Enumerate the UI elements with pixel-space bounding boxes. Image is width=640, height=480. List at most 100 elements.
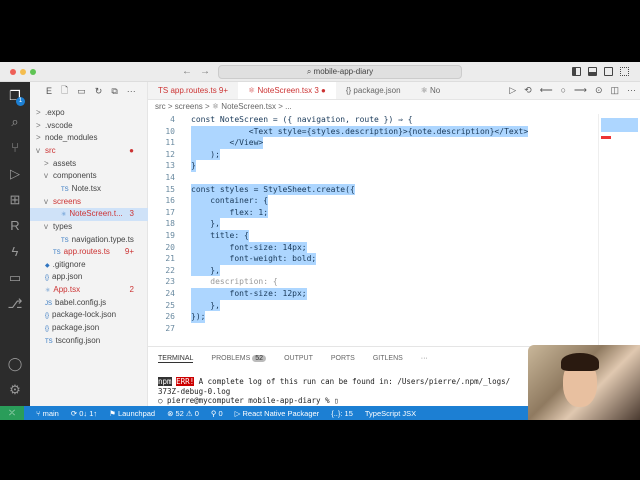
- settings-gear-icon[interactable]: ⚙: [7, 382, 23, 398]
- toggle-secondary-sidebar-icon[interactable]: [604, 67, 613, 76]
- tab-ports[interactable]: PORTS: [331, 355, 355, 363]
- more-actions-icon[interactable]: ···: [627, 85, 636, 96]
- explorer-icon[interactable]: ❐ 1: [7, 88, 25, 106]
- extensions-icon[interactable]: ⊞: [7, 192, 23, 208]
- explorer-item[interactable]: ⚛ App.tsx 2: [30, 284, 148, 297]
- toggle-sidebar-icon[interactable]: [572, 67, 581, 76]
- back-arrow-icon[interactable]: ←: [182, 66, 192, 77]
- editor-tab[interactable]: TS app.routes.ts 9+: [148, 82, 238, 99]
- chevron-icon: v: [44, 196, 48, 206]
- remote-explorer-icon[interactable]: ▭: [7, 270, 23, 286]
- editor-tab[interactable]: {} package.json: [336, 82, 411, 99]
- explorer-item-label: screens: [53, 196, 82, 206]
- file-type-icon: {}: [45, 326, 50, 333]
- editor-tab[interactable]: ⚛ NoteScreen.tsx 3 ●: [238, 82, 336, 99]
- command-center-search[interactable]: ⌕ mobile-app-diary: [218, 65, 462, 79]
- file-type-icon: ⚛: [61, 212, 67, 219]
- code-text: });: [191, 311, 206, 323]
- err-label: ERR!: [176, 377, 195, 386]
- problems-status[interactable]: ⊗ 52 ⚠ 0: [167, 409, 199, 418]
- code-line: 11 </View>: [148, 137, 588, 149]
- open-changes-icon[interactable]: ○: [561, 85, 566, 96]
- remote-indicator-icon[interactable]: ⤫: [0, 406, 24, 420]
- r-icon[interactable]: R: [7, 218, 23, 234]
- react-native-packager[interactable]: ▷ React Native Packager: [235, 409, 320, 418]
- explorer-item[interactable]: TS Note.tsx: [30, 183, 148, 196]
- branch-indicator[interactable]: ⑂ main: [36, 409, 59, 418]
- next-change-icon[interactable]: ⟶: [574, 85, 587, 96]
- tab-output[interactable]: OUTPUT: [284, 355, 313, 363]
- source-control-icon[interactable]: ⑂: [7, 140, 23, 156]
- explorer-item[interactable]: TS navigation.type.ts: [30, 234, 148, 247]
- file-badge: 9+: [124, 247, 134, 257]
- explorer-item[interactable]: > .vscode: [30, 120, 148, 133]
- breadcrumb[interactable]: src > screens > ⚛ NoteScreen.tsx > ...: [155, 102, 292, 111]
- run-debug-icon[interactable]: ▷: [7, 166, 23, 182]
- explorer-item[interactable]: v types: [30, 221, 148, 234]
- tab-terminal[interactable]: TERMINAL: [158, 355, 194, 363]
- explorer-item[interactable]: {} package-lock.json: [30, 309, 148, 322]
- ports-status[interactable]: ⚲ 0: [211, 409, 223, 418]
- explorer-item[interactable]: > .expo: [30, 107, 148, 120]
- accounts-icon[interactable]: ◯: [7, 356, 23, 372]
- previous-change-icon[interactable]: ⟵: [540, 85, 553, 96]
- explorer-item[interactable]: ◆ .gitignore: [30, 259, 148, 272]
- code-text: title: {: [191, 230, 249, 242]
- new-folder-icon[interactable]: ▭: [77, 86, 86, 97]
- timeline-icon[interactable]: ⟲: [524, 85, 532, 96]
- customize-layout-icon[interactable]: [620, 67, 629, 76]
- code-text: );: [191, 148, 220, 161]
- tab-gitlens[interactable]: GITLENS: [373, 355, 403, 363]
- minimize-button[interactable]: [20, 69, 26, 75]
- forward-arrow-icon[interactable]: →: [200, 66, 210, 77]
- explorer-item[interactable]: JS babel.config.js: [30, 297, 148, 310]
- explorer-item[interactable]: {} app.json: [30, 271, 148, 284]
- problems-count-badge: 52: [252, 355, 267, 362]
- more-icon[interactable]: ···: [127, 86, 136, 96]
- explorer-item[interactable]: {} package.json: [30, 322, 148, 335]
- explorer-item-label: .vscode: [45, 120, 73, 130]
- editor-tab[interactable]: ⚛ No: [411, 82, 451, 99]
- chevron-icon: v: [36, 145, 40, 155]
- webcam-overlay: [528, 345, 640, 420]
- line-number: 25: [165, 300, 175, 310]
- language-mode[interactable]: TypeScript JSX: [365, 409, 416, 418]
- line-number: 23: [165, 277, 175, 287]
- run-icon[interactable]: ▷: [509, 85, 516, 96]
- explorer-item[interactable]: v screens: [30, 196, 148, 209]
- close-button[interactable]: [10, 69, 16, 75]
- lightning-icon[interactable]: ϟ: [7, 244, 23, 260]
- panel-more-button[interactable]: ···: [421, 355, 428, 363]
- launchpad-item[interactable]: ⚑ Launchpad: [109, 409, 155, 418]
- toggle-panel-icon[interactable]: [588, 67, 597, 76]
- bracket-status[interactable]: {..}: 15: [331, 409, 353, 418]
- search-icon[interactable]: ⌕: [7, 114, 23, 130]
- explorer-item[interactable]: > assets: [30, 158, 148, 171]
- explorer-item[interactable]: v src ●: [30, 145, 148, 158]
- sync-status[interactable]: ⟳ 0↓ 1↑: [71, 409, 97, 418]
- explorer-item[interactable]: TS tsconfig.json: [30, 335, 148, 348]
- line-number: 20: [165, 242, 175, 252]
- split-editor-icon[interactable]: ◫: [610, 85, 619, 96]
- preview-icon[interactable]: ⊙: [595, 85, 603, 96]
- maximize-button[interactable]: [30, 69, 36, 75]
- code-line: 23 description: {: [148, 276, 588, 288]
- line-number: 11: [165, 138, 175, 148]
- explorer-item[interactable]: > node_modules: [30, 132, 148, 145]
- code-line: 19 title: {: [148, 230, 588, 242]
- terminal-output[interactable]: npm ERR! A complete log of this run can …: [158, 377, 510, 406]
- file-badge: 3: [129, 209, 134, 219]
- explorer-item-label: app.routes.ts: [63, 247, 110, 257]
- new-file-icon[interactable]: 🗋: [61, 83, 68, 99]
- refresh-icon[interactable]: ↻: [95, 86, 103, 97]
- explorer-item[interactable]: TS app.routes.ts 9+: [30, 246, 148, 259]
- npm-label: npm: [158, 377, 172, 386]
- collapse-all-icon[interactable]: ⧉: [111, 86, 117, 97]
- line-number: 18: [165, 219, 175, 229]
- tab-problems[interactable]: PROBLEMS 52: [211, 355, 267, 363]
- problems-label: PROBLEMS: [211, 355, 251, 362]
- git-graph-icon[interactable]: ⎇: [7, 296, 23, 312]
- explorer-item[interactable]: v components: [30, 170, 148, 183]
- explorer-item[interactable]: ⚛ NoteScreen.t... 3: [30, 208, 148, 221]
- line-number: 19: [165, 231, 175, 240]
